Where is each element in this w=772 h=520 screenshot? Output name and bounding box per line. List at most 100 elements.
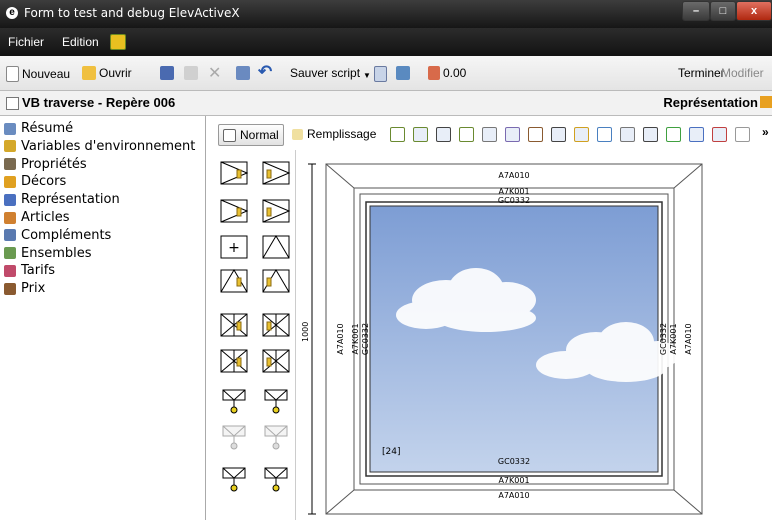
label-bottom-3: A7A010	[498, 491, 529, 500]
view-toolbar: Normal Remplissage »	[206, 116, 772, 150]
settings-icon[interactable]	[396, 66, 410, 80]
main-toolbar: Nouveau Ouvrir ✕ ↶ Sauver script ▼ 0.00 …	[0, 56, 772, 91]
paint-icon[interactable]	[505, 127, 520, 142]
table-icon[interactable]	[689, 127, 704, 142]
terminer-button[interactable]: Terminer	[678, 66, 725, 80]
page-icon[interactable]	[374, 66, 387, 82]
comment-icon[interactable]	[574, 127, 589, 142]
tree-item[interactable]: Prix	[4, 280, 45, 297]
opening-type-button[interactable]	[217, 196, 251, 226]
label-right-1: GC0332	[659, 323, 668, 355]
edit-icon[interactable]	[459, 127, 474, 142]
save-icon[interactable]	[160, 66, 174, 80]
tree-item[interactable]: Résumé	[4, 120, 73, 137]
ouvrir-label: Ouvrir	[99, 66, 132, 80]
undo-icon[interactable]: ↶	[258, 62, 272, 82]
ensembles-icon	[4, 247, 16, 260]
tab-remplissage[interactable]: Remplissage	[288, 124, 380, 144]
modifier-button[interactable]: Modifier	[721, 66, 764, 80]
section-title: Représentation	[663, 95, 758, 110]
layout-icon[interactable]	[643, 127, 658, 142]
image-icon[interactable]	[597, 127, 612, 142]
opening-type-button[interactable]: +	[217, 232, 251, 262]
sauver-script-button[interactable]: Sauver script ▼	[290, 66, 371, 80]
opening-type-button[interactable]	[217, 310, 251, 340]
tree-item[interactable]: Articles	[4, 209, 69, 226]
maximize-button[interactable]: □	[710, 1, 736, 21]
tree-item-label: Articles	[21, 210, 70, 225]
opening-type-icon	[220, 269, 248, 293]
tree-item[interactable]: Compléments	[4, 227, 111, 244]
opening-type-icon	[262, 313, 290, 337]
opening-type-button[interactable]	[259, 158, 293, 188]
tree-item[interactable]: Décors	[4, 173, 66, 190]
tree-item[interactable]: Représentation	[4, 191, 120, 208]
grid-edit-icon[interactable]	[390, 127, 405, 142]
opening-type-button[interactable]	[217, 386, 251, 416]
add-icon[interactable]	[666, 127, 681, 142]
list-icon[interactable]	[735, 127, 750, 142]
close-button[interactable]: x	[736, 1, 772, 21]
tab-normal[interactable]: Normal	[218, 124, 284, 146]
menu-fichier[interactable]: Fichier	[8, 35, 44, 49]
properties-icon	[4, 158, 16, 171]
opening-type-icon	[262, 199, 291, 223]
tree-item[interactable]: Ensembles	[4, 245, 92, 262]
variables-icon	[4, 140, 16, 153]
opening-type-button[interactable]	[259, 232, 293, 262]
dropdown-arrow-icon: ▼	[363, 70, 371, 80]
opening-type-button[interactable]	[259, 196, 293, 226]
opening-type-icon	[264, 467, 288, 492]
opening-type-button[interactable]	[217, 346, 251, 376]
zoom-icon[interactable]	[482, 127, 497, 142]
opening-type-button[interactable]	[259, 346, 293, 376]
brush-icon[interactable]	[528, 127, 543, 142]
opening-type-icon	[222, 389, 246, 414]
opening-type-icon	[262, 161, 291, 185]
label-bottom-1: GC0332	[498, 457, 530, 466]
tree-item-label: Résumé	[21, 121, 74, 136]
tree-item-label: Tarifs	[21, 263, 56, 279]
opening-type-icon	[220, 313, 248, 337]
label-bottom-2: A7K001	[498, 476, 529, 485]
clipboard-icon[interactable]	[236, 66, 250, 80]
window-drawing: 1000 A7A010 A7K001 GC0332 GC0332 A7K001 …	[301, 163, 703, 515]
tree-item[interactable]: Tarifs	[4, 262, 55, 279]
label-right-3: A7A010	[684, 323, 693, 354]
label-left-1: A7A010	[336, 323, 345, 354]
opening-type-button[interactable]	[259, 386, 293, 416]
text-icon[interactable]	[712, 127, 727, 142]
opening-type-button[interactable]	[217, 158, 251, 188]
opening-type-button[interactable]	[217, 422, 251, 452]
prix-icon	[4, 282, 16, 295]
opening-type-button[interactable]	[259, 422, 293, 452]
drawing-canvas[interactable]: 1000 A7A010 A7K001 GC0332 GC0332 A7K001 …	[296, 150, 772, 520]
profile-icon[interactable]	[551, 127, 566, 142]
document-title: VB traverse - Repère 006	[22, 95, 176, 110]
opening-type-button[interactable]	[259, 266, 293, 296]
tree-item[interactable]: Propriétés	[4, 156, 87, 173]
tree-item[interactable]: Variables d'environnement	[4, 138, 195, 155]
nouveau-button[interactable]: Nouveau	[6, 66, 70, 82]
menu-edition[interactable]: Edition	[62, 35, 99, 49]
ouvrir-button[interactable]: Ouvrir	[82, 66, 132, 80]
representation-icon	[760, 96, 772, 108]
more-tools-icon[interactable]: »	[762, 125, 769, 139]
help-icon[interactable]	[110, 34, 126, 50]
header-checkbox[interactable]	[6, 97, 19, 110]
grid-edit-icon[interactable]	[413, 127, 428, 142]
opening-type-icon	[264, 425, 288, 450]
articles-icon	[4, 211, 16, 224]
copy-icon[interactable]	[184, 66, 198, 80]
document-header: VB traverse - Repère 006 Représentation	[0, 91, 772, 116]
delete-icon[interactable]: ✕	[208, 63, 221, 83]
window-title: Form to test and debug ElevActiveX	[24, 6, 240, 20]
minimize-button[interactable]: –	[682, 1, 710, 21]
opening-type-button[interactable]	[259, 310, 293, 340]
svg-text:+: +	[228, 240, 240, 256]
opening-type-button[interactable]	[259, 464, 293, 494]
opening-type-button[interactable]	[217, 464, 251, 494]
tree-icon[interactable]	[620, 127, 635, 142]
grid-icon[interactable]	[436, 127, 451, 142]
opening-type-button[interactable]	[217, 266, 251, 296]
